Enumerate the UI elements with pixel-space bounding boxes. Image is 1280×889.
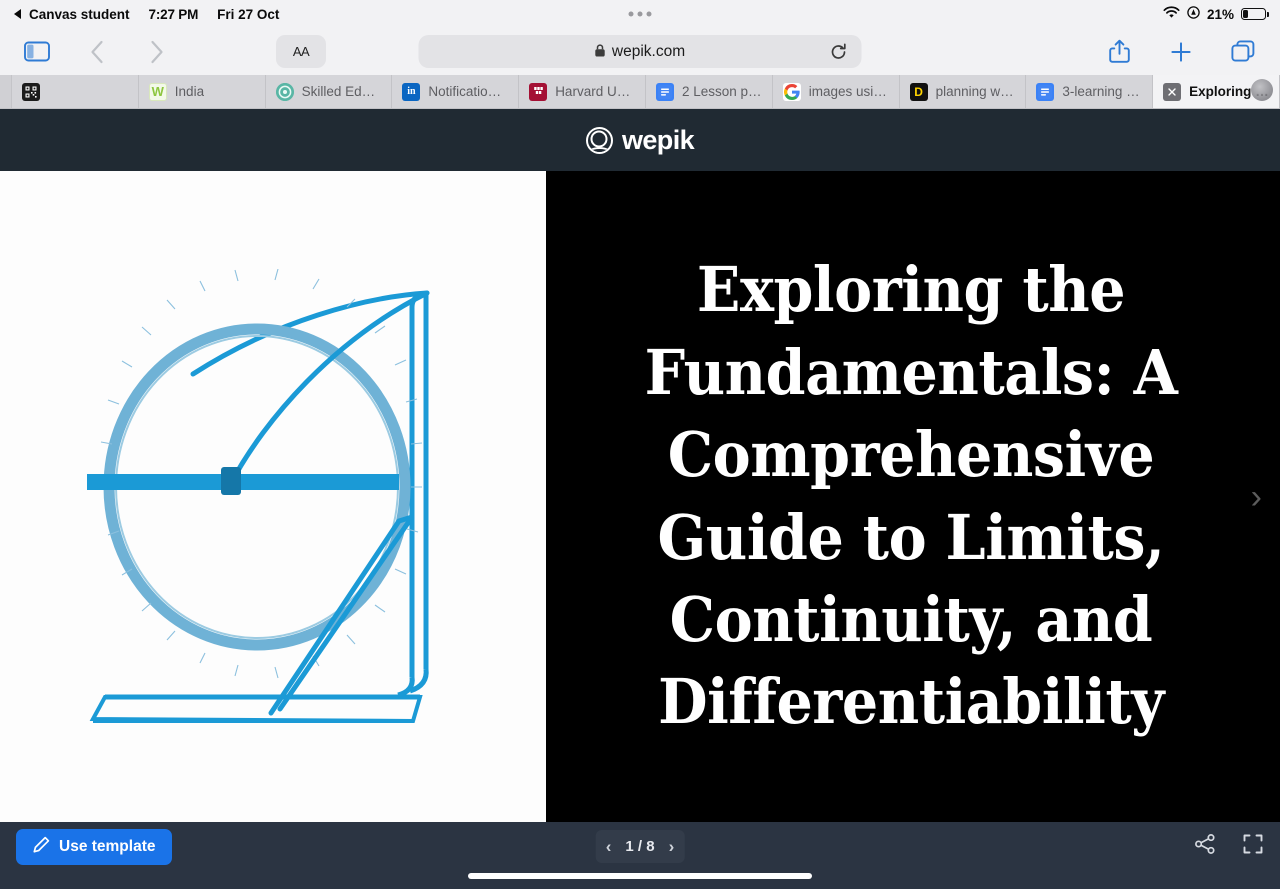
forward-icon[interactable] [138, 35, 176, 69]
hamster-wheel-illustration [75, 268, 465, 739]
page-indicator: 1 / 8 [625, 838, 655, 855]
text-size-label: AA [292, 44, 310, 59]
url-text: wepik.com [611, 42, 686, 60]
status-bar-right: 21% [1163, 6, 1269, 22]
wepik-brand-label: wepik [621, 124, 695, 155]
next-slide-arrow-icon[interactable]: › [1251, 480, 1262, 514]
tab-label: Notifications... [428, 84, 509, 99]
next-page-icon[interactable]: › [667, 838, 677, 855]
wepik-logo-icon [585, 126, 613, 154]
browser-tab[interactable]: 2 Lesson pla... [645, 75, 773, 108]
nav-buttons [78, 35, 176, 69]
ios-status-bar: Canvas student 7:27 PM Fri 27 Oct 21% [0, 0, 1280, 28]
reload-icon[interactable] [830, 43, 848, 61]
browser-tab[interactable]: Skilled Educ... [265, 75, 393, 108]
fullscreen-icon[interactable] [1242, 833, 1264, 860]
home-indicator[interactable] [468, 873, 812, 879]
status-bar-time: 7:27 PM [148, 6, 199, 22]
slide-title: Exploring the Fundamentals: A Comprehens… [644, 253, 1178, 739]
share-icon[interactable] [1100, 35, 1138, 69]
tab-label: India [174, 84, 205, 99]
use-template-button[interactable]: Use template [16, 828, 173, 865]
toolbar-right-actions [1100, 35, 1262, 69]
browser-tab-active[interactable]: Exploring th... [1153, 75, 1280, 108]
text-size-button[interactable]: AA [276, 35, 326, 68]
use-template-label: Use template [59, 837, 156, 855]
new-tab-icon[interactable] [1162, 35, 1200, 69]
tab-label: 3-learning m... [1062, 84, 1143, 99]
x-square-icon [1163, 82, 1182, 101]
battery-icon [1241, 8, 1269, 20]
avatar [1250, 79, 1273, 101]
slide-text-panel: Exploring the Fundamentals: A Comprehens… [546, 171, 1280, 822]
page-navigation: ‹ 1 / 8 › [595, 830, 685, 863]
browser-tab[interactable]: Harvard Uni... [519, 75, 646, 108]
back-icon[interactable] [78, 35, 116, 69]
google-docs-icon [655, 82, 674, 101]
tab-label: Skilled Educ... [301, 84, 382, 99]
tab-strip: W India Skilled Educ... in Notifications… [0, 75, 1280, 109]
qr-code-icon [22, 82, 40, 101]
wepik-site-header: wepik [0, 109, 1280, 171]
tab-strip-edge [0, 75, 12, 108]
tab-label: planning wit... [935, 84, 1016, 99]
back-to-app-label[interactable]: Canvas student [29, 7, 130, 22]
slide-image-panel [0, 171, 546, 822]
browser-tab[interactable]: 3-learning m... [1026, 75, 1154, 108]
status-bar-date: Fri 27 Oct [217, 6, 280, 22]
slide-toolbar: Use template ‹ 1 / 8 › [0, 822, 1280, 871]
browser-tab[interactable]: images usin... [772, 75, 900, 108]
safari-toolbar: AA wepik.com [0, 28, 1280, 75]
browser-tab[interactable] [12, 75, 139, 108]
tab-label: Harvard Uni... [555, 84, 635, 99]
address-bar[interactable]: wepik.com [418, 35, 862, 68]
home-indicator-zone [0, 871, 1280, 889]
wepik-logo[interactable]: wepik [585, 124, 695, 156]
tabs-overview-icon[interactable] [1224, 35, 1262, 69]
multitasking-dots-icon[interactable] [628, 11, 652, 17]
google-icon [782, 82, 801, 101]
location-icon [1187, 6, 1200, 22]
browser-tab[interactable]: W India [138, 75, 266, 108]
harvard-shield-icon [529, 82, 548, 101]
tab-label: images usin... [808, 84, 889, 99]
d-logo-icon: D [909, 82, 928, 101]
previous-page-icon[interactable]: ‹ [604, 838, 614, 855]
back-to-app-icon[interactable] [14, 9, 21, 19]
slide-toolbar-right [1194, 833, 1264, 860]
tab-label: 2 Lesson pla... [681, 84, 762, 99]
battery-percent-label: 21% [1206, 6, 1234, 22]
wifi-icon [1163, 6, 1180, 22]
hamster-wheel-svg [87, 268, 430, 723]
linkedin-icon: in [402, 82, 421, 101]
slide-viewer: Exploring the Fundamentals: A Comprehens… [0, 171, 1280, 822]
skilled-education-icon [275, 82, 294, 101]
status-bar-left: Canvas student 7:27 PM Fri 27 Oct [14, 7, 279, 22]
browser-tab[interactable]: in Notifications... [392, 75, 520, 108]
browser-tab[interactable]: D planning wit... [899, 75, 1027, 108]
sidebar-icon[interactable] [18, 35, 56, 69]
w-logo-icon: W [148, 82, 167, 101]
pencil-icon [33, 836, 50, 858]
lock-icon [595, 43, 606, 60]
share-nodes-icon[interactable] [1194, 833, 1216, 860]
google-docs-icon [1036, 82, 1055, 101]
